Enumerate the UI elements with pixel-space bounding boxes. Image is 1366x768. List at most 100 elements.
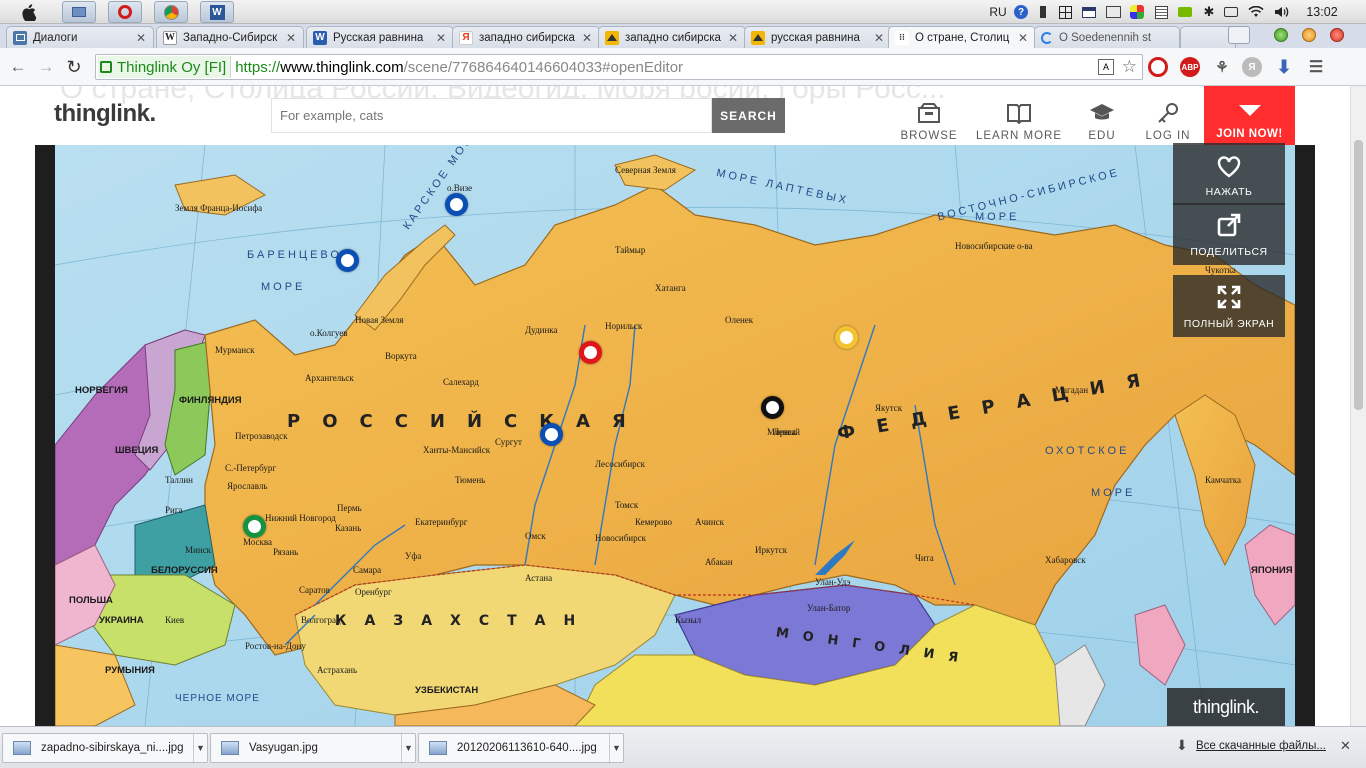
close-window-icon[interactable] [1330,28,1344,42]
tab-russkaya-images[interactable]: русская равнина ✕ [744,26,892,48]
map-hotspot-blue[interactable] [540,423,563,446]
map-place-label: Новая Земля [355,315,404,325]
web-page: О стране, Столица России, Видеогид, Моря… [0,86,1350,726]
bookmark-star-icon[interactable]: ☆ [1122,57,1137,77]
download-menu-chevron-icon[interactable]: ▼ [609,734,623,762]
wifi-icon[interactable] [1246,2,1266,22]
share-nodes-icon[interactable]: ⚘ [1212,57,1232,77]
close-shelf-icon[interactable]: ✕ [1340,738,1351,754]
tab-label: западно сибирска [479,31,575,44]
download-extension-icon[interactable]: ⬇ [1274,57,1294,77]
input-language-indicator[interactable]: RU [986,2,1010,22]
search-input[interactable] [271,98,712,133]
bluetooth-icon[interactable]: ✱ [1200,2,1218,22]
zoom-window-icon[interactable] [1302,28,1316,42]
download-filename: 20120206113610-640....jpg [457,742,597,754]
tab-yandex-search[interactable]: Я западно сибирска ✕ [452,26,600,48]
tab-o-strane-active[interactable]: ⁝⁝ О стране, Столиц ✕ [888,26,1036,48]
nvidia-icon[interactable] [1176,2,1194,22]
tab-dialogi[interactable]: Диалоги ✕ [6,26,154,48]
tab-o-soedinennih[interactable]: O Soedenennih st [1034,26,1180,48]
map-place-label: БЕЛОРУССИЯ [151,565,218,576]
all-downloads-link[interactable]: Все скачанные файлы... [1196,740,1326,752]
page-scrollbar[interactable] [1350,86,1366,726]
map-hotspot-blue[interactable] [336,249,359,272]
share-button[interactable]: ПОДЕЛИТЬСЯ [1173,203,1285,265]
tab-zapadno-wiki[interactable]: W Западно-Сибирск ✕ [156,26,304,48]
okhotsk-sea-label-more: МОРЕ [1091,487,1136,499]
ev-certificate-badge[interactable]: Thinglink Oy [FI] [98,56,232,78]
paint-icon[interactable] [1128,2,1146,22]
learn-more-nav[interactable]: LEARN MORE [974,94,1064,142]
grid-icon[interactable] [1056,2,1074,22]
tab-russkaya-ravnina-word[interactable]: W Русская равнина ✕ [306,26,454,48]
fullscreen-button[interactable]: ПОЛНЫЙ ЭКРАН [1173,275,1285,337]
map-place-label: Екатеринбург [415,517,468,527]
calendar-icon[interactable] [1152,2,1170,22]
join-now-label: JOIN NOW! [1216,128,1283,140]
map-hotspot-green[interactable] [243,515,266,538]
download-menu-chevron-icon[interactable]: ▼ [193,734,207,762]
search-button[interactable]: SEARCH [712,98,785,133]
bookmark-icon[interactable] [1036,2,1050,22]
map-place-label: Магадан [1055,385,1089,395]
translate-icon[interactable]: A [1098,59,1114,75]
close-tab-icon[interactable]: ✕ [435,31,447,45]
map-place-label: Киев [165,615,185,625]
map-place-label: Ханты-Мансийск [423,445,491,455]
map-place-label: Улан-Удэ [815,577,851,587]
russia-map-image[interactable]: БАРЕНЦЕВО МОРЕ КАРСКОЕ МОРЕ МОРЕ ЛАПТЕВЫ… [55,145,1295,726]
apple-icon[interactable] [18,2,40,22]
reload-icon[interactable]: ↻ [64,57,84,77]
download-item[interactable]: Vasyugan.jpg ▼ [210,733,416,763]
chrome-app-icon[interactable] [154,1,188,23]
forward-arrow-icon[interactable]: → [36,57,56,77]
map-hotspot-yellow[interactable] [835,326,858,349]
map-place-label: Оленек [725,315,754,325]
map-hotspot-red[interactable] [579,341,602,364]
browse-icon [918,103,940,123]
thinglink-scene: БАРЕНЦЕВО МОРЕ КАРСКОЕ МОРЕ МОРЕ ЛАПТЕВЫ… [35,143,1315,726]
monitor-icon[interactable] [1104,2,1122,22]
yandex-extension-icon[interactable]: Я [1242,57,1262,77]
browse-nav[interactable]: BROWSE [884,94,974,142]
url-text[interactable]: https://www.thinglink.com/scene/77686464… [235,59,683,76]
thinglink-logo[interactable]: thinglink. [54,100,156,128]
download-menu-chevron-icon[interactable]: ▼ [401,734,415,762]
close-tab-icon[interactable]: ✕ [1017,31,1029,45]
thinglink-badge[interactable]: thinglink. [1167,688,1285,726]
tab-zapadno-images[interactable]: западно сибирска ✕ [598,26,746,48]
like-button[interactable]: НАЖАТЬ [1173,143,1285,205]
close-tab-icon[interactable]: ✕ [581,31,593,45]
minimize-window-icon[interactable] [1274,28,1288,42]
map-hotspot-black[interactable] [761,396,784,419]
download-item[interactable]: zapadno-sibirskaya_ni....jpg ▼ [2,733,208,763]
word-app-icon[interactable]: W [200,1,234,23]
finder-app-icon[interactable] [62,1,96,23]
map-place-label: С.-Петербург [225,463,277,473]
join-now-button[interactable]: JOIN NOW! [1204,86,1295,148]
tab-label: западно сибирска [625,31,721,44]
window-icon[interactable] [1080,2,1098,22]
volume-icon[interactable] [1272,2,1292,22]
log-in-nav[interactable]: LOG IN [1123,94,1213,142]
close-tab-icon[interactable]: ✕ [873,31,885,45]
map-hotspot-blue[interactable] [445,193,468,216]
back-arrow-icon[interactable]: ← [8,57,28,77]
opera-extension-icon[interactable] [1148,57,1168,77]
menubar-clock[interactable]: 13:02 [1300,2,1344,22]
close-tab-icon[interactable]: ✕ [285,31,297,45]
address-bar[interactable]: Thinglink Oy [FI] https://www.thinglink.… [95,54,1143,80]
chrome-menu-icon[interactable]: ☰ [1306,57,1326,77]
close-tab-icon[interactable]: ✕ [727,31,739,45]
help-icon[interactable]: ? [1012,2,1030,22]
scrollbar-thumb[interactable] [1354,140,1363,410]
opera-app-icon[interactable] [108,1,142,23]
adblock-icon[interactable]: ABP [1180,57,1200,77]
close-tab-icon[interactable]: ✕ [135,31,147,45]
chevron-down-icon [1238,105,1261,116]
black-sea-label: ЧЕРНОЕ МОРЕ [175,693,260,704]
time-machine-icon[interactable] [1222,2,1240,22]
profile-icon[interactable] [1228,26,1250,44]
download-item[interactable]: 20120206113610-640....jpg ▼ [418,733,624,763]
